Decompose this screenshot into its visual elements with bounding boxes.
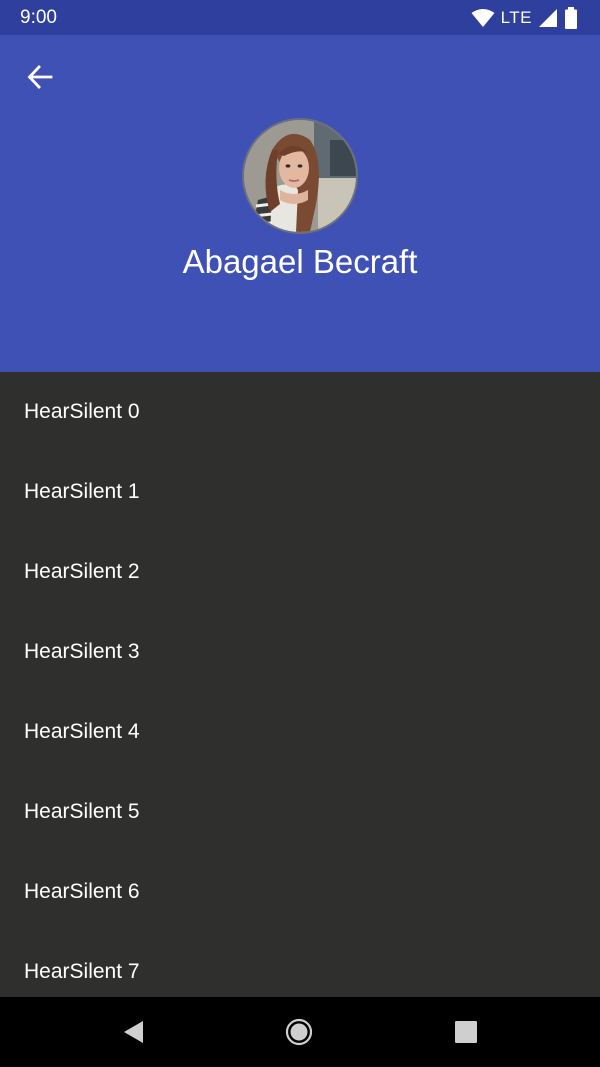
list-item[interactable]: HearSilent 6 <box>0 852 600 932</box>
back-triangle-icon <box>124 1021 143 1043</box>
nav-recents-button[interactable] <box>451 1017 481 1047</box>
item-list: HearSilent 0 HearSilent 1 HearSilent 2 H… <box>0 372 600 997</box>
avatar-photo <box>244 120 356 232</box>
recents-square-icon <box>455 1021 477 1043</box>
profile-header: Abagael Becraft <box>0 35 600 372</box>
status-time: 9:00 <box>20 6 57 28</box>
list-item[interactable]: HearSilent 1 <box>0 452 600 532</box>
screen: 9:00 LTE Abagael Becraft HearSilent 0 He… <box>0 0 600 1067</box>
list-item[interactable]: HearSilent 2 <box>0 532 600 612</box>
status-bar: 9:00 LTE <box>0 0 600 35</box>
back-button[interactable] <box>18 55 62 99</box>
nav-home-button[interactable] <box>284 1017 314 1047</box>
navigation-bar <box>0 997 600 1067</box>
list-item[interactable]: HearSilent 5 <box>0 772 600 852</box>
battery-icon <box>565 6 577 29</box>
list-item[interactable]: HearSilent 3 <box>0 612 600 692</box>
wifi-icon <box>471 8 495 27</box>
signal-icon <box>539 8 557 27</box>
profile-name: Abagael Becraft <box>182 243 418 280</box>
avatar <box>242 118 358 234</box>
list-item[interactable]: HearSilent 0 <box>0 372 600 452</box>
arrow-back-icon <box>27 65 53 89</box>
list-item[interactable]: HearSilent 4 <box>0 692 600 772</box>
nav-back-button[interactable] <box>118 1017 148 1047</box>
home-circle-icon <box>285 1018 313 1046</box>
list-item[interactable]: HearSilent 7 <box>0 932 600 997</box>
status-icons: LTE <box>471 6 578 29</box>
network-type-label: LTE <box>500 7 532 27</box>
